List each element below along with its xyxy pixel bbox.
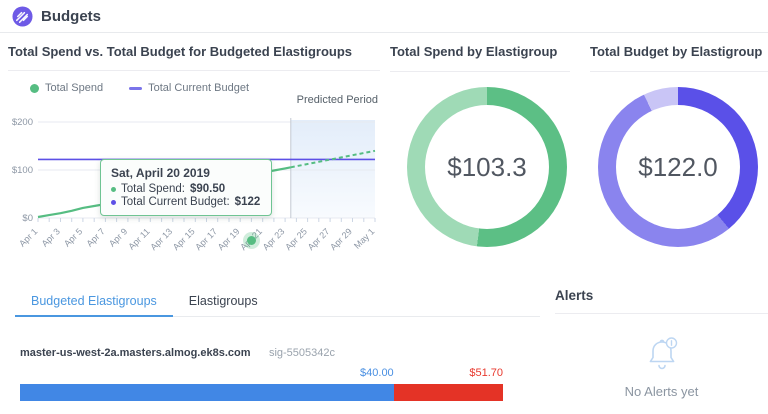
total-budget-donut-title: Total Budget by Elastigroup xyxy=(590,44,768,59)
elastigroups-section: Budgeted Elastigroups Elastigroups maste… xyxy=(15,288,540,401)
svg-text:Apr 7: Apr 7 xyxy=(85,226,107,248)
svg-text:Apr 3: Apr 3 xyxy=(40,226,62,248)
spend-vs-budget-panel: Total Spend vs. Total Budget for Budgete… xyxy=(8,44,380,289)
svg-text:Apr 29: Apr 29 xyxy=(328,226,354,252)
divider xyxy=(555,313,768,314)
legend-label: Total Spend xyxy=(45,82,103,94)
legend-label: Total Current Budget xyxy=(148,82,249,94)
alerts-title: Alerts xyxy=(555,288,768,303)
svg-text:Apr 25: Apr 25 xyxy=(283,226,309,252)
total-spend-amount-label: $51.70 xyxy=(469,367,503,379)
budget-amount-label: $40.00 xyxy=(20,367,394,379)
donut-hole: $122.0 xyxy=(616,105,740,229)
svg-text:Apr 11: Apr 11 xyxy=(126,226,151,251)
predicted-period-label: Predicted Period xyxy=(297,94,378,106)
svg-text:Apr 27: Apr 27 xyxy=(306,226,332,252)
svg-text:Apr 19: Apr 19 xyxy=(216,226,242,252)
divider xyxy=(8,70,380,71)
purple-dash-icon xyxy=(129,87,142,90)
svg-text:$0: $0 xyxy=(22,213,33,224)
divider xyxy=(390,71,570,72)
over-budget-bar-segment xyxy=(394,384,503,401)
tooltip-value: $90.50 xyxy=(190,183,225,195)
spend-chart[interactable]: $0$100$200Apr 1Apr 3Apr 5Apr 7Apr 9Apr 1… xyxy=(8,110,380,275)
svg-text:Apr 17: Apr 17 xyxy=(193,226,219,252)
total-budget-donut-panel: Total Budget by Elastigroup $122.0 xyxy=(590,44,768,247)
spend-vs-budget-title: Total Spend vs. Total Budget for Budgete… xyxy=(8,44,380,59)
svg-text:$100: $100 xyxy=(12,165,33,176)
page-title: Budgets xyxy=(41,8,101,25)
tooltip-date: Sat, April 20 2019 xyxy=(111,166,261,180)
svg-text:Apr 15: Apr 15 xyxy=(171,226,197,252)
tooltip-row-spend: Total Spend: $90.50 xyxy=(111,183,261,195)
elastigroup-row[interactable]: master-us-west-2a.masters.almog.ek8s.com… xyxy=(15,343,540,401)
legend-item-total-spend[interactable]: Total Spend xyxy=(30,82,103,94)
tooltip-label: Total Spend: xyxy=(121,183,185,195)
bell-icon xyxy=(639,330,685,376)
svg-text:Apr 1: Apr 1 xyxy=(17,226,39,248)
total-spend-value: $103.3 xyxy=(447,152,527,183)
chart-tooltip: Sat, April 20 2019 Total Spend: $90.50 T… xyxy=(100,159,272,216)
elastigroup-heading: master-us-west-2a.masters.almog.ek8s.com… xyxy=(20,343,540,361)
chart-legend: Total Spend Total Current Budget xyxy=(30,82,249,94)
purple-bullet-icon xyxy=(111,200,116,205)
within-budget-bar-segment xyxy=(20,384,394,401)
top-header: Budgets xyxy=(0,0,768,33)
tooltip-row-budget: Total Current Budget: $122 xyxy=(111,196,261,208)
elastigroup-name: master-us-west-2a.masters.almog.ek8s.com xyxy=(20,347,251,359)
total-spend-donut-chart[interactable]: $103.3 xyxy=(407,87,567,247)
tab-budgeted-elastigroups[interactable]: Budgeted Elastigroups xyxy=(15,288,173,317)
svg-text:Apr 5: Apr 5 xyxy=(62,226,84,248)
elastigroup-id: sig-5505342c xyxy=(269,347,335,359)
donut-hole: $103.3 xyxy=(425,105,549,229)
svg-text:Apr 13: Apr 13 xyxy=(148,226,174,252)
green-dot-icon xyxy=(30,84,39,93)
svg-text:Apr 23: Apr 23 xyxy=(261,226,287,252)
svg-text:May 1: May 1 xyxy=(352,226,376,250)
green-bullet-icon xyxy=(111,187,116,192)
tab-bar: Budgeted Elastigroups Elastigroups xyxy=(15,288,540,317)
total-budget-value: $122.0 xyxy=(638,152,718,183)
total-spend-donut-title: Total Spend by Elastigroup xyxy=(390,44,570,59)
no-alerts-text: No Alerts yet xyxy=(555,384,768,399)
total-spend-donut-panel: Total Spend by Elastigroup $103.3 xyxy=(390,44,570,247)
alerts-panel: Alerts No Alerts yet xyxy=(555,288,768,399)
legend-item-total-current-budget[interactable]: Total Current Budget xyxy=(129,82,249,94)
divider xyxy=(590,71,768,72)
highlighted-data-point[interactable] xyxy=(247,236,256,245)
total-budget-donut-chart[interactable]: $122.0 xyxy=(598,87,758,247)
svg-text:$200: $200 xyxy=(12,117,33,128)
tooltip-value: $122 xyxy=(235,196,261,208)
tab-elastigroups[interactable]: Elastigroups xyxy=(173,288,274,316)
spotinst-logo xyxy=(12,6,33,27)
tooltip-label: Total Current Budget: xyxy=(121,196,230,208)
bar-labels: $40.00 $51.70 xyxy=(20,367,503,382)
budget-progress-bar xyxy=(20,384,503,401)
